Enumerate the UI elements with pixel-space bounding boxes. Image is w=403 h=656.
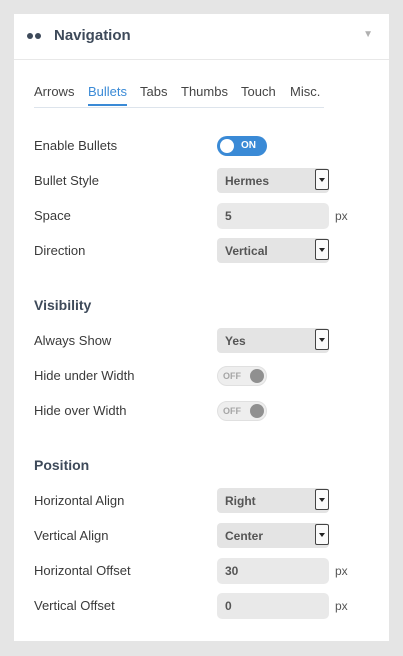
always-show-label: Always Show bbox=[34, 333, 112, 348]
select-value: Yes bbox=[225, 334, 246, 348]
direction-label: Direction bbox=[34, 243, 86, 258]
tab-thumbs[interactable]: Thumbs bbox=[181, 84, 228, 106]
hide-over-width-label: Hide over Width bbox=[34, 403, 127, 418]
vertical-align-label: Vertical Align bbox=[34, 528, 109, 543]
space-label: Space bbox=[34, 208, 71, 223]
tab-misc[interactable]: Misc. bbox=[290, 84, 320, 106]
horizontal-offset-label: Horizontal Offset bbox=[34, 563, 131, 578]
input-value: 30 bbox=[225, 564, 239, 578]
toggle-state: OFF bbox=[223, 406, 241, 416]
vertical-align-select[interactable]: Center bbox=[217, 523, 329, 548]
tab-bar: Arrows Bullets Tabs Thumbs Touch Misc. bbox=[34, 84, 324, 108]
horizontal-offset-unit: px bbox=[335, 564, 348, 578]
enable-bullets-toggle[interactable]: ON bbox=[217, 136, 267, 156]
input-value: 5 bbox=[225, 209, 232, 223]
tab-arrows[interactable]: Arrows bbox=[34, 84, 74, 106]
toggle-knob bbox=[250, 369, 264, 383]
select-arrow-icon[interactable] bbox=[315, 329, 329, 350]
enable-bullets-label: Enable Bullets bbox=[34, 138, 118, 153]
select-value: Vertical bbox=[225, 244, 268, 258]
input-value: 0 bbox=[225, 599, 232, 613]
horizontal-align-select[interactable]: Right bbox=[217, 488, 329, 513]
bullet-style-select[interactable]: Hermes bbox=[217, 168, 329, 193]
select-value: Right bbox=[225, 494, 256, 508]
toggle-state: OFF bbox=[223, 371, 241, 381]
hide-under-width-toggle[interactable]: OFF bbox=[217, 366, 267, 386]
tab-bullets[interactable]: Bullets bbox=[88, 84, 128, 106]
select-arrow-icon[interactable] bbox=[315, 169, 329, 190]
vertical-offset-label: Vertical Offset bbox=[34, 598, 115, 613]
toggle-state: ON bbox=[241, 140, 256, 151]
vertical-offset-unit: px bbox=[335, 599, 348, 613]
space-unit: px bbox=[335, 209, 348, 223]
chevron-down-icon[interactable]: ▼ bbox=[363, 29, 373, 40]
select-value: Center bbox=[225, 529, 264, 543]
hide-under-width-label: Hide under Width bbox=[34, 368, 135, 383]
tab-tabs[interactable]: Tabs bbox=[140, 84, 167, 106]
toggle-knob bbox=[250, 404, 264, 418]
space-input[interactable]: 5 bbox=[217, 203, 329, 229]
navigation-panel: Navigation ▼ Arrows Bullets Tabs Thumbs … bbox=[14, 14, 389, 641]
vertical-offset-input[interactable]: 0 bbox=[217, 593, 329, 619]
bullet-style-label: Bullet Style bbox=[34, 173, 100, 188]
select-arrow-icon[interactable] bbox=[315, 489, 329, 510]
horizontal-offset-input[interactable]: 30 bbox=[217, 558, 329, 584]
horizontal-align-label: Horizontal Align bbox=[34, 493, 125, 508]
select-arrow-icon[interactable] bbox=[315, 524, 329, 545]
toggle-knob bbox=[220, 139, 234, 153]
panel-title: Navigation bbox=[54, 27, 131, 44]
panel-header[interactable]: Navigation ▼ bbox=[14, 14, 389, 60]
select-arrow-icon[interactable] bbox=[315, 239, 329, 260]
position-heading: Position bbox=[34, 457, 90, 473]
direction-select[interactable]: Vertical bbox=[217, 238, 329, 263]
tab-touch[interactable]: Touch bbox=[241, 84, 276, 106]
visibility-heading: Visibility bbox=[34, 297, 92, 313]
hide-over-width-toggle[interactable]: OFF bbox=[217, 401, 267, 421]
always-show-select[interactable]: Yes bbox=[217, 328, 329, 353]
select-value: Hermes bbox=[225, 174, 270, 188]
dots-icon bbox=[27, 33, 41, 39]
